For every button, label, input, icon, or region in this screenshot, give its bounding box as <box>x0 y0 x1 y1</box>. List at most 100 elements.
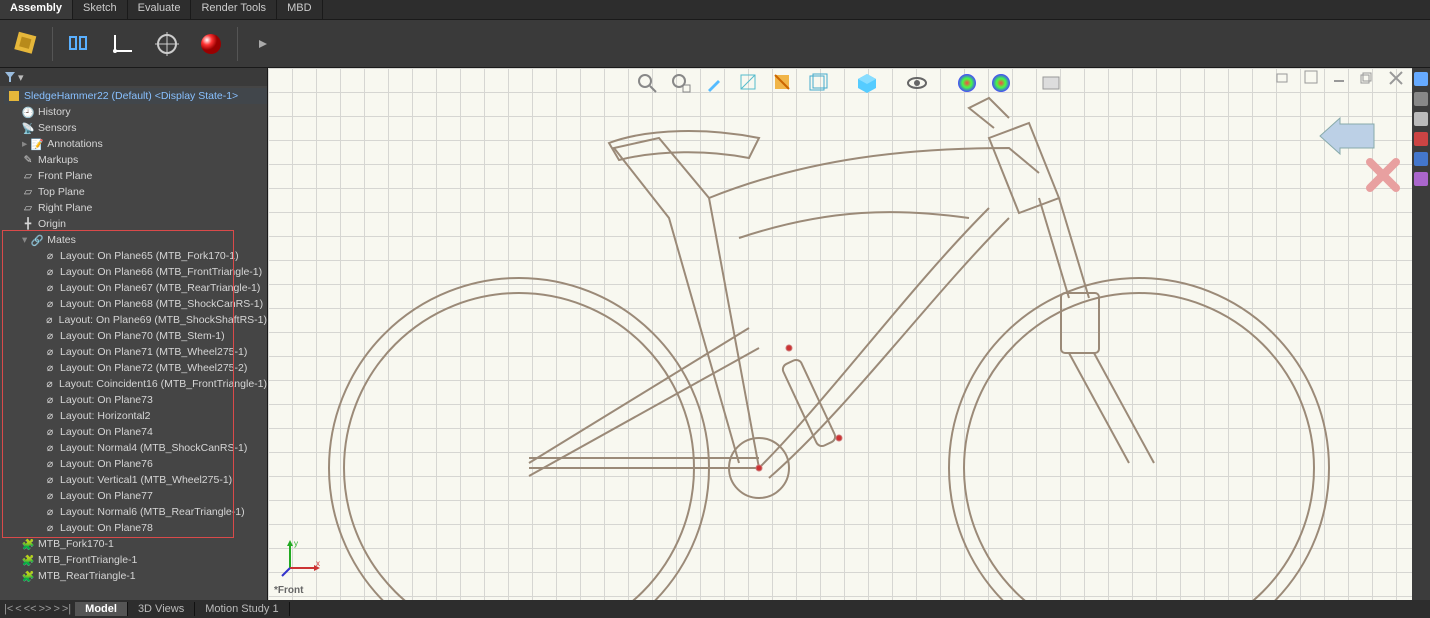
menu-tab-render[interactable]: Render Tools <box>191 0 277 19</box>
bottom-nav-controls[interactable]: |< < << >> > >| <box>0 603 75 615</box>
pattern-icon[interactable] <box>59 25 99 63</box>
assembly-root-icon <box>8 90 20 102</box>
menu-tab-assembly[interactable]: Assembly <box>0 0 73 19</box>
mate-icon: ⌀ <box>44 458 56 470</box>
mate-icon: ⌀ <box>44 378 55 390</box>
tree-item-sensors[interactable]: 📡 Sensors <box>4 120 267 136</box>
tree-item-mate[interactable]: ⌀Layout: Normal6 (MTB_RearTriangle-1) <box>4 504 267 520</box>
menu-tab-sketch[interactable]: Sketch <box>73 0 128 19</box>
tree-item-mate[interactable]: ⌀Layout: On Plane68 (MTB_ShockCanRS-1) <box>4 296 267 312</box>
nav-first-icon[interactable]: |< <box>4 603 13 615</box>
task-resources-icon[interactable] <box>1414 92 1428 106</box>
tree-item-markups[interactable]: ✎ Markups <box>4 152 267 168</box>
funnel-icon[interactable] <box>4 71 16 83</box>
origin-icon: ╋ <box>22 218 34 230</box>
nav-prev-icon[interactable]: < <box>15 603 21 615</box>
bottom-tab-3dviews[interactable]: 3D Views <box>128 602 195 616</box>
bicycle-sketch <box>268 68 1430 600</box>
tree-item-mate[interactable]: ⌀Layout: On Plane73 <box>4 392 267 408</box>
tree-item-part[interactable]: 🧩 MTB_Fork170-1 <box>4 536 267 552</box>
tree-item-mate[interactable]: ⌀Layout: On Plane67 (MTB_RearTriangle-1) <box>4 280 267 296</box>
tree-root[interactable]: SledgeHammer22 (Default) <Display State-… <box>4 88 267 104</box>
nav-rewind-icon[interactable]: << <box>24 603 37 615</box>
annotations-icon: 📝 <box>31 138 43 151</box>
feature-tree-panel[interactable]: ▾ SledgeHammer22 (Default) <Display Stat… <box>0 68 268 600</box>
bottom-tab-motion[interactable]: Motion Study 1 <box>195 602 289 616</box>
task-pane <box>1412 68 1430 600</box>
menu-tab-mbd[interactable]: MBD <box>277 0 322 19</box>
task-library-icon[interactable] <box>1414 112 1428 126</box>
tree-item-mate[interactable]: ⌀Layout: On Plane77 <box>4 488 267 504</box>
tree-item-front-plane[interactable]: ▱ Front Plane <box>4 168 267 184</box>
mate-icon: ⌀ <box>44 266 56 278</box>
tree-item-mate[interactable]: ⌀Layout: On Plane70 (MTB_Stem-1) <box>4 328 267 344</box>
tree-item-origin[interactable]: ╋ Origin <box>4 216 267 232</box>
tree-item-right-plane[interactable]: ▱ Right Plane <box>4 200 267 216</box>
expand-caret-icon[interactable]: ▸ <box>22 138 27 150</box>
command-toolbar <box>0 20 1430 68</box>
mate-icon: ⌀ <box>44 314 55 326</box>
task-forum-icon[interactable] <box>1414 172 1428 186</box>
target-icon[interactable] <box>147 25 187 63</box>
feature-tree: SledgeHammer22 (Default) <Display State-… <box>0 86 267 586</box>
tree-item-mate[interactable]: ⌀Layout: On Plane69 (MTB_ShockShaftRS-1) <box>4 312 267 328</box>
plane-icon: ▱ <box>22 202 34 214</box>
plane-icon: ▱ <box>22 170 34 182</box>
tree-item-annotations[interactable]: ▸ 📝 Annotations <box>4 136 267 152</box>
tree-item-mate[interactable]: ⌀Layout: Vertical1 (MTB_Wheel275-1) <box>4 472 267 488</box>
tree-item-part[interactable]: 🧩 MTB_FrontTriangle-1 <box>4 552 267 568</box>
tree-item-part[interactable]: 🧩 MTB_RearTriangle-1 <box>4 568 267 584</box>
nav-ffwd-icon[interactable]: >> <box>39 603 52 615</box>
bottom-tab-bar: |< < << >> > >| Model 3D Views Motion St… <box>0 600 1430 618</box>
svg-text:x: x <box>316 559 320 568</box>
nav-next-icon[interactable]: > <box>53 603 59 615</box>
tree-item-mate[interactable]: ⌀Layout: On Plane65 (MTB_Fork170-1) <box>4 248 267 264</box>
tree-item-mate[interactable]: ⌀Layout: Coincident16 (MTB_FrontTriangle… <box>4 376 267 392</box>
bottom-tab-model[interactable]: Model <box>75 602 128 616</box>
mate-icon: ⌀ <box>44 490 56 502</box>
tree-item-mate[interactable]: ⌀Layout: On Plane76 <box>4 456 267 472</box>
graphics-viewport[interactable]: y x *Front <box>268 68 1430 600</box>
assembly-icon[interactable] <box>6 25 46 63</box>
mate-icon: ⌀ <box>44 474 56 486</box>
mate-icon: ⌀ <box>44 298 56 310</box>
view-orientation-label: *Front <box>274 585 303 596</box>
collapse-caret-icon[interactable]: ▾ <box>22 234 27 246</box>
sensors-icon: 📡 <box>22 122 34 135</box>
mate-icon: ⌀ <box>44 330 56 342</box>
mate-icon: ⌀ <box>44 506 56 518</box>
coord-icon[interactable] <box>103 25 143 63</box>
task-home-icon[interactable] <box>1414 72 1428 86</box>
part-icon: 🧩 <box>22 554 34 567</box>
markups-icon: ✎ <box>22 154 34 166</box>
mates-icon: 🔗 <box>31 234 43 247</box>
task-properties-icon[interactable] <box>1414 152 1428 166</box>
mate-icon: ⌀ <box>44 426 56 438</box>
tree-item-mate[interactable]: ⌀Layout: On Plane74 <box>4 424 267 440</box>
mate-icon: ⌀ <box>44 394 56 406</box>
expand-panel-icon[interactable] <box>244 25 284 63</box>
nav-last-icon[interactable]: >| <box>62 603 71 615</box>
tree-item-top-plane[interactable]: ▱ Top Plane <box>4 184 267 200</box>
svg-text:y: y <box>294 539 298 548</box>
mate-icon: ⌀ <box>44 522 56 534</box>
view-triad: y x <box>280 536 322 578</box>
appearance-icon[interactable] <box>191 25 231 63</box>
tree-item-mate[interactable]: ⌀Layout: On Plane66 (MTB_FrontTriangle-1… <box>4 264 267 280</box>
part-icon: 🧩 <box>22 570 34 583</box>
tree-filter-row[interactable]: ▾ <box>0 68 267 86</box>
part-icon: 🧩 <box>22 538 34 551</box>
tree-item-mate[interactable]: ⌀Layout: Horizontal2 <box>4 408 267 424</box>
tree-item-mate[interactable]: ⌀Layout: On Plane78 <box>4 520 267 536</box>
tree-item-history[interactable]: 🕘 History <box>4 104 267 120</box>
mate-icon: ⌀ <box>44 282 56 294</box>
tree-item-mate[interactable]: ⌀Layout: On Plane71 (MTB_Wheel275-1) <box>4 344 267 360</box>
mate-icon: ⌀ <box>44 346 56 358</box>
menu-tab-evaluate[interactable]: Evaluate <box>128 0 192 19</box>
tree-item-mates[interactable]: ▾ 🔗 Mates <box>4 232 267 248</box>
task-appearance-icon[interactable] <box>1414 132 1428 146</box>
tree-item-mate[interactable]: ⌀Layout: On Plane72 (MTB_Wheel275-2) <box>4 360 267 376</box>
mate-icon: ⌀ <box>44 250 56 262</box>
tree-item-mate[interactable]: ⌀Layout: Normal4 (MTB_ShockCanRS-1) <box>4 440 267 456</box>
menu-bar: Assembly Sketch Evaluate Render Tools MB… <box>0 0 1430 20</box>
